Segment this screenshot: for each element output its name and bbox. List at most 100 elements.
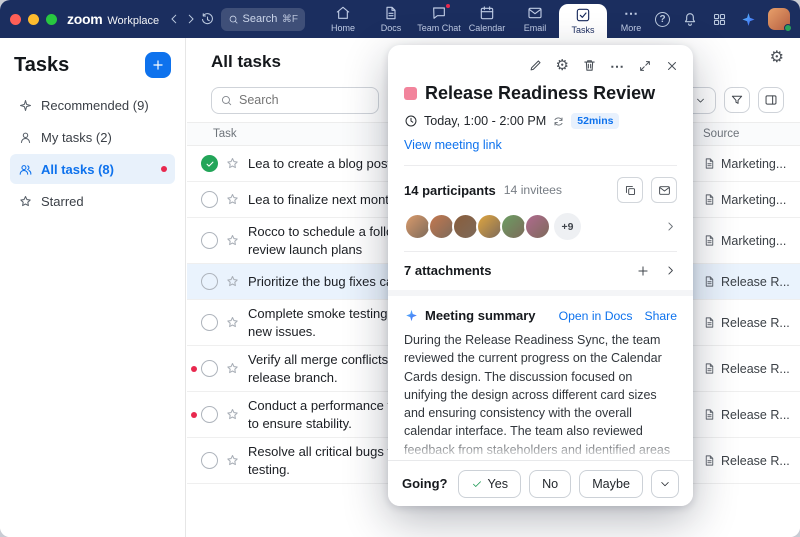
task-status-toggle[interactable] — [201, 232, 218, 249]
check-icon — [471, 478, 483, 490]
task-status-toggle[interactable] — [201, 314, 218, 331]
participant-avatar[interactable] — [476, 213, 503, 240]
star-icon[interactable] — [225, 361, 240, 376]
nav-home[interactable]: Home — [319, 0, 367, 38]
search-shortcut: ⌘F — [282, 14, 298, 25]
summary-body: During the Release Readiness Sync, the t… — [404, 331, 677, 460]
participant-avatar[interactable] — [524, 213, 551, 240]
star-icon[interactable] — [225, 407, 240, 422]
back-icon[interactable] — [165, 9, 182, 29]
expand-icon[interactable] — [638, 59, 652, 73]
sidebar-item-my-tasks[interactable]: My tasks (2) — [10, 122, 175, 152]
close-icon[interactable] — [665, 59, 679, 73]
search-input[interactable] — [239, 93, 359, 107]
participant-avatar[interactable] — [428, 213, 455, 240]
task-status-toggle[interactable] — [201, 191, 218, 208]
task-source-cell[interactable]: Release R... — [692, 392, 800, 437]
tasks-icon — [575, 7, 591, 23]
page-title: All tasks — [211, 52, 281, 72]
more-options-icon[interactable]: ⋯ — [610, 59, 625, 73]
task-status-toggle[interactable] — [201, 273, 218, 290]
history-icon[interactable] — [199, 9, 216, 29]
star-icon[interactable] — [225, 192, 240, 207]
add-task-button[interactable] — [145, 52, 171, 78]
task-status-toggle[interactable] — [201, 360, 218, 377]
nav-email[interactable]: Email — [511, 0, 559, 38]
row-unread-dot — [187, 197, 201, 203]
invitees-count: 14 invitees — [504, 183, 562, 197]
task-source-cell[interactable]: Release R... — [692, 346, 800, 391]
notifications-icon[interactable] — [681, 9, 699, 29]
open-in-docs-link[interactable]: Open in Docs — [559, 309, 633, 323]
star-icon[interactable] — [225, 233, 240, 248]
share-link[interactable]: Share — [644, 309, 677, 323]
event-time: Today, 1:00 - 2:00 PM — [424, 114, 546, 128]
row-unread-dot — [187, 458, 201, 464]
doc-icon — [703, 157, 716, 170]
ai-companion-icon[interactable] — [739, 9, 757, 29]
user-avatar[interactable] — [768, 8, 790, 30]
nav-team-chat[interactable]: Team Chat — [415, 0, 463, 38]
sidebar-item-all-tasks[interactable]: All tasks (8) — [10, 154, 175, 184]
task-status-toggle[interactable] — [201, 406, 218, 423]
task-source-cell[interactable]: Marketing... — [692, 182, 800, 217]
help-icon[interactable]: ? — [655, 12, 670, 27]
minimize-window-button[interactable] — [28, 14, 39, 25]
task-source-cell[interactable]: Release R... — [692, 438, 800, 483]
sidebar-title: Tasks — [14, 54, 69, 77]
rsvp-question: Going? — [402, 476, 448, 491]
rsvp-maybe-button[interactable]: Maybe — [579, 470, 643, 498]
rsvp-yes-button[interactable]: Yes — [458, 470, 522, 498]
ai-sparkle-icon — [404, 308, 419, 323]
edit-icon[interactable] — [528, 58, 543, 73]
participant-avatar[interactable] — [452, 213, 479, 240]
participants-chevron-icon[interactable] — [664, 220, 677, 233]
gear-icon[interactable]: ⚙ — [556, 58, 569, 73]
filter-button[interactable] — [724, 87, 750, 113]
forward-icon[interactable] — [182, 9, 199, 29]
close-window-button[interactable] — [10, 14, 21, 25]
participant-avatar[interactable] — [500, 213, 527, 240]
star-icon[interactable] — [225, 315, 240, 330]
row-unread-dot — [187, 161, 201, 167]
window-controls[interactable] — [10, 14, 57, 25]
task-source-cell[interactable]: Marketing... — [692, 146, 800, 181]
sidebar-item-starred[interactable]: Starred — [10, 186, 175, 216]
doc-icon — [703, 275, 716, 288]
event-detail-panel: ⚙ ⋯ Release Readiness Review Today, 1:00… — [388, 45, 693, 506]
trash-icon[interactable] — [582, 58, 597, 73]
nav-docs[interactable]: Docs — [367, 0, 415, 38]
task-source-cell[interactable]: Release R... — [692, 300, 800, 345]
task-status-toggle[interactable] — [201, 155, 218, 172]
avatars-overflow[interactable]: +9 — [554, 213, 581, 240]
task-status-toggle[interactable] — [201, 452, 218, 469]
attachments-chevron-icon[interactable] — [664, 264, 677, 277]
copy-icon — [624, 184, 637, 197]
zoom-window-button[interactable] — [46, 14, 57, 25]
task-source-cell[interactable]: Release R... — [692, 264, 800, 299]
presence-dot — [784, 24, 792, 32]
settings-gear-icon[interactable]: ⚙ — [770, 50, 784, 66]
star-icon[interactable] — [225, 274, 240, 289]
task-search[interactable] — [211, 87, 379, 114]
sidebar-item-recommended[interactable]: Recommended (9) — [10, 90, 175, 120]
rsvp-more-button[interactable] — [651, 470, 679, 498]
star-icon[interactable] — [225, 453, 240, 468]
panel-toggle-button[interactable] — [758, 87, 784, 113]
participant-avatar[interactable] — [404, 213, 431, 240]
task-source-cell[interactable]: Marketing... — [692, 218, 800, 263]
avatar-row-list — [404, 213, 548, 240]
row-unread-dot — [187, 320, 201, 326]
global-search[interactable]: Search ⌘F — [221, 8, 305, 31]
view-meeting-link[interactable]: View meeting link — [404, 138, 502, 152]
nav-more[interactable]: ⋯ More — [607, 0, 655, 38]
add-attachment-icon[interactable] — [636, 264, 650, 278]
nav-tasks[interactable]: Tasks — [559, 4, 607, 38]
email-participants-button[interactable] — [651, 177, 677, 203]
apps-grid-icon[interactable] — [710, 9, 728, 29]
email-icon — [527, 5, 543, 21]
rsvp-no-button[interactable]: No — [529, 470, 571, 498]
copy-button[interactable] — [617, 177, 643, 203]
star-icon[interactable] — [225, 156, 240, 171]
nav-calendar[interactable]: Calendar — [463, 0, 511, 38]
